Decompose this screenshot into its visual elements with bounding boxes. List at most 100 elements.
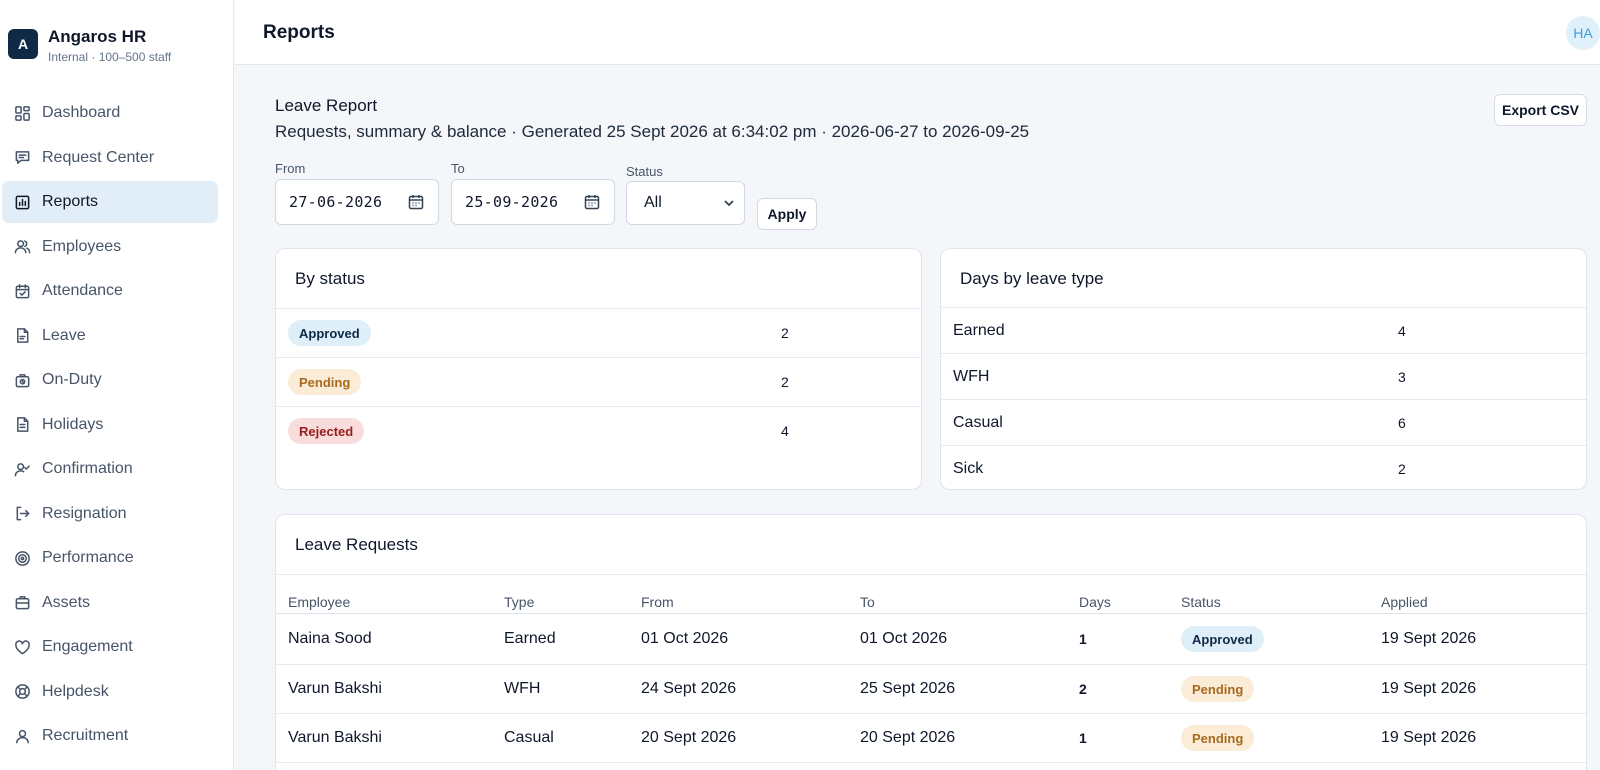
table-row[interactable]: Naina Sood Earned 01 Oct 2026 01 Oct 202… <box>276 615 1586 664</box>
report-subtitle: Requests, summary & balance · Generated … <box>275 122 1030 141</box>
card-title: Leave Requests <box>295 535 418 554</box>
bar-chart-icon <box>13 193 31 211</box>
target-icon <box>13 549 31 567</box>
sidebar-item-label: Recruitment <box>42 727 129 744</box>
cell-from: 24 Sept 2026 <box>641 680 737 697</box>
page-title: Reports <box>263 22 335 43</box>
top-header: Reports HA <box>235 0 1600 65</box>
sidebar-item-employees[interactable]: Employees <box>2 226 218 268</box>
sidebar-item-resignation[interactable]: Resignation <box>2 493 218 535</box>
leave-type-row: Casual 6 <box>941 399 1586 445</box>
briefcase-clock-icon <box>13 371 31 389</box>
status-count: 4 <box>781 423 789 439</box>
table-row[interactable]: Varun Bakshi Casual 20 Sept 2026 20 Sept… <box>276 713 1586 762</box>
column-header-status[interactable]: Status <box>1181 594 1221 610</box>
sidebar-item-label: Employees <box>42 237 122 255</box>
leave-requests-card: Leave Requests Employee Type From To Day… <box>275 514 1587 770</box>
export-csv-button[interactable]: Export CSV <box>1494 94 1587 126</box>
sidebar-item-attendance[interactable]: Attendance <box>2 270 218 312</box>
brand-name: Angaros HR <box>48 27 147 46</box>
cell-to: 20 Sept 2026 <box>860 729 956 746</box>
status-badge: Pending <box>288 369 362 395</box>
status-row: Rejected 4 <box>276 406 921 455</box>
sidebar-item-label: Resignation <box>42 504 127 522</box>
sidebar-item-recruitment[interactable]: Recruitment <box>2 715 218 757</box>
leave-type-row: Earned 4 <box>941 307 1586 353</box>
sidebar-item-assets[interactable]: Assets <box>2 582 218 624</box>
to-date-input[interactable]: 25-09-2026 <box>451 179 615 225</box>
sidebar-item-leave[interactable]: Leave <box>2 315 218 357</box>
dashboard-icon <box>13 104 31 122</box>
calendar-icon[interactable] <box>584 194 600 210</box>
leave-type-days: 2 <box>1398 461 1406 477</box>
leave-type-name: WFH <box>953 368 990 385</box>
sidebar-item-label: Leave <box>42 326 86 344</box>
sidebar-item-holidays[interactable]: Holidays <box>2 404 218 446</box>
cell-type: WFH <box>504 680 541 697</box>
users-icon <box>13 238 31 256</box>
leave-type-name: Earned <box>953 322 1005 339</box>
cell-to: 01 Oct 2026 <box>860 630 948 647</box>
sidebar-item-dashboard[interactable]: Dashboard <box>2 92 218 134</box>
cell-type: Casual <box>504 729 554 746</box>
sidebar-item-label: Assets <box>42 593 91 611</box>
column-header-from[interactable]: From <box>641 594 674 610</box>
cell-from: 20 Sept 2026 <box>641 729 737 746</box>
apply-button[interactable]: Apply <box>757 198 817 230</box>
column-header-type[interactable]: Type <box>504 594 534 610</box>
leave-type-row: WFH 3 <box>941 353 1586 399</box>
cell-applied: 19 Sept 2026 <box>1381 680 1477 697</box>
cell-days: 1 <box>1079 631 1087 647</box>
sidebar-item-reports[interactable]: Reports <box>2 181 218 223</box>
table-row[interactable] <box>276 762 1586 770</box>
column-header-applied[interactable]: Applied <box>1381 594 1428 610</box>
file-icon <box>13 327 31 345</box>
status-badge: Rejected <box>288 418 365 444</box>
from-date-value: 27-06-2026 <box>289 193 383 211</box>
sidebar-item-label: Performance <box>42 549 134 566</box>
to-date-value: 25-09-2026 <box>465 193 559 211</box>
leave-type-row: Sick 2 <box>941 445 1586 489</box>
lifebuoy-icon <box>13 683 31 701</box>
status-row: Pending 2 <box>276 357 921 406</box>
cell-to: 25 Sept 2026 <box>860 680 956 697</box>
column-header-to[interactable]: To <box>860 594 875 610</box>
user-icon <box>13 727 31 745</box>
cell-type: Earned <box>504 630 556 647</box>
table-row[interactable]: Varun Bakshi WFH 24 Sept 2026 25 Sept 20… <box>276 664 1586 713</box>
status-select[interactable]: All <box>626 181 745 225</box>
status-label: Status <box>626 164 663 179</box>
brand-subtitle: Internal · 100–500 staff <box>48 50 172 64</box>
file-text-icon <box>13 416 31 434</box>
leave-type-days: 6 <box>1398 415 1406 431</box>
status-badge: Pending <box>1181 725 1255 751</box>
avatar[interactable]: HA <box>1566 16 1600 50</box>
cell-employee: Naina Sood <box>288 630 372 647</box>
status-select-value: All <box>644 194 662 211</box>
briefcase-icon <box>13 594 31 612</box>
sidebar-item-helpdesk[interactable]: Helpdesk <box>2 671 218 713</box>
sidebar-item-engagement[interactable]: Engagement <box>2 626 218 668</box>
sidebar-item-label: Holidays <box>42 415 104 433</box>
calendar-icon[interactable] <box>408 194 424 210</box>
leave-type-card: Days by leave type Earned 4 WFH 3 Casual… <box>940 248 1587 490</box>
chevron-down-icon <box>722 196 736 210</box>
brand-logo: A <box>8 29 38 59</box>
sidebar-item-request-center[interactable]: Request Center <box>2 137 218 179</box>
sidebar-item-label: Request Center <box>42 148 155 166</box>
from-date-input[interactable]: 27-06-2026 <box>275 179 439 225</box>
sidebar-item-label: Attendance <box>42 282 123 299</box>
status-row: Approved 2 <box>276 308 921 357</box>
sidebar: A Angaros HR Internal · 100–500 staff Da… <box>0 0 234 770</box>
column-header-employee[interactable]: Employee <box>288 594 350 610</box>
sidebar-item-performance[interactable]: Performance <box>2 537 218 579</box>
leave-type-name: Casual <box>953 414 1003 431</box>
sidebar-item-on-duty[interactable]: On-Duty <box>2 359 218 401</box>
sidebar-item-confirmation[interactable]: Confirmation <box>2 448 218 490</box>
calendar-check-icon <box>13 282 31 300</box>
column-header-days[interactable]: Days <box>1079 594 1111 610</box>
report-title: Leave Report <box>275 96 378 115</box>
cell-employee: Varun Bakshi <box>288 729 382 746</box>
card-title: Days by leave type <box>960 269 1104 288</box>
brand[interactable]: A Angaros HR Internal · 100–500 staff <box>8 26 228 66</box>
